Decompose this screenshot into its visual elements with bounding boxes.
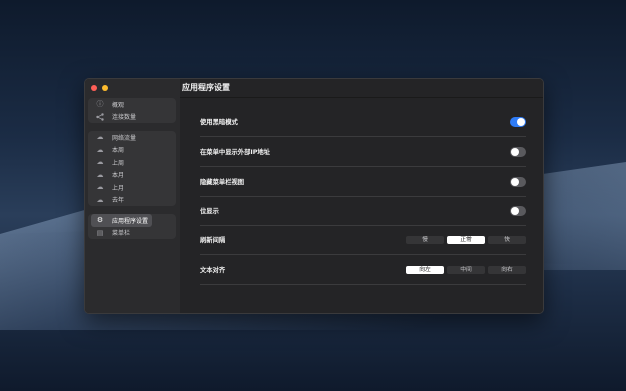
- sidebar-item-label: 网络流量: [112, 134, 137, 142]
- setting-row-position: 位显示: [200, 196, 526, 226]
- sidebar-item-last-year[interactable]: ☁ 去年: [88, 194, 176, 207]
- close-button[interactable]: [91, 85, 97, 91]
- sidebar-group-traffic: ☁ 网络流量 ☁ 本周 ☁ 上周 ☁ 本月 ☁ 上月 ☁ 去年: [88, 131, 176, 206]
- align-option-left[interactable]: 向左: [406, 265, 444, 274]
- position-toggle[interactable]: [510, 205, 526, 216]
- setting-label: 隐藏菜单栏视图: [200, 179, 245, 186]
- minimize-button[interactable]: [102, 85, 108, 91]
- align-segmented-control: 向左 中间 向右: [406, 265, 526, 274]
- sidebar-item-connections[interactable]: 连接数量: [88, 111, 176, 124]
- align-option-center[interactable]: 中间: [447, 265, 485, 274]
- sidebar-group-settings: ⚙ 应用程序设置 ▤ 菜单栏: [88, 214, 176, 239]
- refresh-option-slow[interactable]: 慢: [406, 235, 444, 244]
- gear-icon: ⚙: [96, 216, 104, 225]
- sidebar-item-label: 本周: [112, 147, 125, 155]
- sidebar-group-overview: ⓘ 概观 连接数量: [88, 98, 176, 123]
- toggle-knob: [511, 147, 519, 156]
- toggle-knob: [511, 206, 519, 215]
- setting-label: 使用黑暗模式: [200, 119, 238, 126]
- refresh-option-normal[interactable]: 正常: [447, 235, 485, 244]
- setting-row-show-ip: 在菜单中显示外部IP地址: [200, 137, 526, 167]
- setting-label: 位显示: [200, 208, 219, 215]
- sidebar-item-last-week[interactable]: ☁ 上周: [88, 156, 176, 169]
- sidebar-item-label: 连接数量: [112, 114, 137, 122]
- sidebar-item-this-month[interactable]: ☁ 本月: [88, 169, 176, 182]
- sidebar-item-label: 菜单栏: [112, 230, 131, 238]
- settings-panel: 应用程序设置 使用黑暗模式 在菜单中显示外部IP地址 隐藏菜单栏视图 位显示 刷…: [180, 79, 543, 313]
- cloud-icon: ☁: [96, 158, 104, 167]
- setting-row-align: 文本对齐 向左 中间 向右: [200, 255, 526, 285]
- show-ip-toggle[interactable]: [510, 146, 526, 157]
- sidebar: ⓘ 概观 连接数量 ☁ 网络流量 ☁ 本周 ☁ 上周 ☁ 本月 ☁ 上月 ☁ 去…: [85, 79, 180, 313]
- toggle-knob: [517, 117, 525, 126]
- cloud-icon: ☁: [96, 145, 104, 154]
- setting-row-dark-mode: 使用黑暗模式: [200, 107, 526, 137]
- info-icon: ⓘ: [96, 100, 104, 109]
- sidebar-item-this-week[interactable]: ☁ 本周: [88, 144, 176, 157]
- cloud-icon: ☁: [96, 183, 104, 192]
- window-title: 应用程序设置: [182, 83, 230, 92]
- sidebar-item-network-traffic[interactable]: ☁ 网络流量: [88, 131, 176, 144]
- cloud-icon: ☁: [96, 133, 104, 142]
- menubar-icon: ▤: [96, 228, 104, 237]
- hide-menubar-toggle[interactable]: [510, 176, 526, 187]
- align-option-right[interactable]: 向右: [488, 265, 526, 274]
- setting-label: 刷新间隔: [200, 237, 226, 244]
- toggle-knob: [511, 177, 519, 186]
- sidebar-item-label: 去年: [112, 197, 125, 205]
- traffic-lights: [91, 85, 108, 91]
- sidebar-item-label: 上月: [112, 184, 125, 192]
- sidebar-item-overview[interactable]: ⓘ 概观: [88, 98, 176, 111]
- sidebar-item-menubar[interactable]: ▤ 菜单栏: [88, 227, 176, 240]
- sidebar-item-last-month[interactable]: ☁ 上月: [88, 181, 176, 194]
- setting-row-hide-menubar: 隐藏菜单栏视图: [200, 167, 526, 197]
- sidebar-item-label: 本月: [112, 172, 125, 180]
- refresh-segmented-control: 慢 正常 快: [406, 235, 526, 244]
- sidebar-item-label: 概观: [112, 101, 125, 109]
- sidebar-item-app-settings[interactable]: ⚙ 应用程序设置: [88, 214, 176, 227]
- titlebar: 应用程序设置: [180, 79, 543, 98]
- sidebar-item-label: 应用程序设置: [112, 217, 149, 225]
- cloud-icon: ☁: [96, 170, 104, 179]
- setting-label: 文本对齐: [200, 267, 226, 274]
- dark-mode-toggle[interactable]: [510, 116, 526, 127]
- setting-row-refresh: 刷新间隔 慢 正常 快: [200, 225, 526, 255]
- cloud-icon: ☁: [96, 195, 104, 204]
- setting-label: 在菜单中显示外部IP地址: [200, 149, 270, 156]
- refresh-option-fast[interactable]: 快: [488, 235, 526, 244]
- settings-window: ⓘ 概观 连接数量 ☁ 网络流量 ☁ 本周 ☁ 上周 ☁ 本月 ☁ 上月 ☁ 去…: [84, 78, 544, 314]
- sidebar-item-label: 上周: [112, 159, 125, 167]
- share-icon: [96, 113, 104, 121]
